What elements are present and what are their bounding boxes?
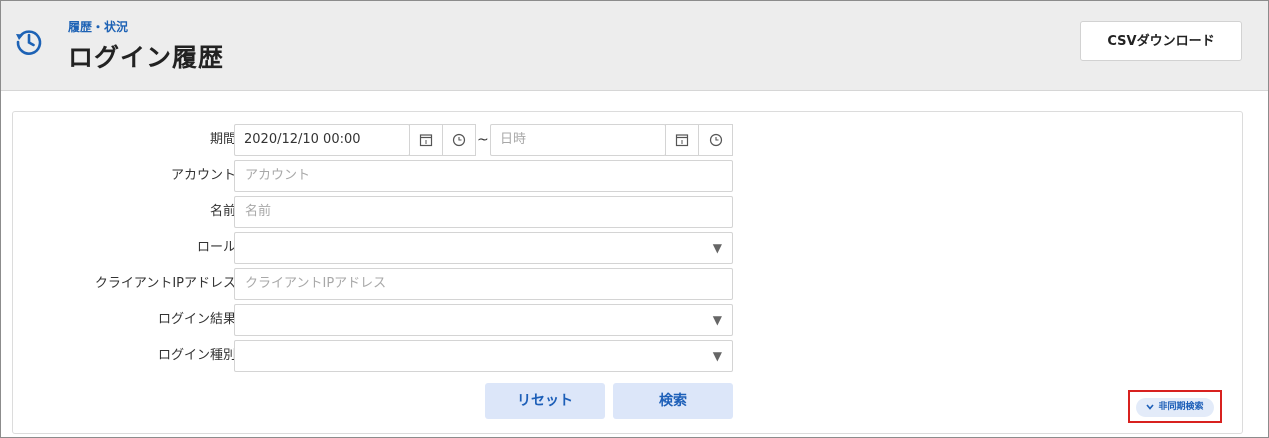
- clock-icon[interactable]: [442, 124, 476, 156]
- page-header: 履歴・状況 ログイン履歴 CSVダウンロード: [1, 1, 1268, 91]
- dropdown-arrow-icon: ▼: [712, 241, 722, 255]
- async-search-highlight: 非同期検索: [1128, 390, 1222, 423]
- account-label: アカウント: [170, 168, 236, 183]
- login-type-select[interactable]: ▼: [234, 340, 733, 372]
- period-start-input[interactable]: 2020/12/10 00:00: [234, 124, 410, 156]
- reset-button[interactable]: リセット: [485, 383, 605, 419]
- dropdown-arrow-icon: ▼: [712, 313, 722, 327]
- period-label: 期間: [209, 132, 236, 147]
- async-search-label: 非同期検索: [1158, 402, 1204, 412]
- period-row: 期間 2020/12/10 00:00 ~ 日時: [13, 124, 753, 156]
- csv-download-button[interactable]: CSVダウンロード: [1080, 21, 1242, 61]
- calendar-icon[interactable]: [665, 124, 699, 156]
- name-row: 名前 名前: [13, 196, 753, 228]
- role-label: ロール: [196, 240, 236, 255]
- role-row: ロール ▼: [13, 232, 753, 264]
- login-type-label: ログイン種別: [157, 348, 236, 363]
- async-search-button[interactable]: 非同期検索: [1136, 398, 1214, 417]
- search-form-panel: 期間 2020/12/10 00:00 ~ 日時 アカウント アカウント 名前 …: [12, 111, 1243, 434]
- account-row: アカウント アカウント: [13, 160, 753, 192]
- dropdown-arrow-icon: ▼: [712, 349, 722, 363]
- name-input[interactable]: 名前: [234, 196, 733, 228]
- login-type-row: ログイン種別 ▼: [13, 340, 753, 372]
- role-select[interactable]: ▼: [234, 232, 733, 264]
- client-ip-input[interactable]: クライアントIPアドレス: [234, 268, 733, 300]
- name-label: 名前: [209, 204, 236, 219]
- page-title: ログイン履歴: [68, 43, 225, 72]
- account-input[interactable]: アカウント: [234, 160, 733, 192]
- client-ip-row: クライアントIPアドレス クライアントIPアドレス: [13, 268, 753, 300]
- client-ip-label: クライアントIPアドレス: [94, 276, 236, 291]
- calendar-icon[interactable]: [409, 124, 443, 156]
- chevron-down-icon: [1146, 403, 1155, 410]
- period-end-input[interactable]: 日時: [490, 124, 666, 156]
- login-result-select[interactable]: ▼: [234, 304, 733, 336]
- period-separator: ~: [477, 132, 489, 148]
- history-icon: [16, 30, 42, 55]
- search-button[interactable]: 検索: [613, 383, 733, 419]
- login-result-row: ログイン結果 ▼: [13, 304, 753, 336]
- clock-icon[interactable]: [698, 124, 733, 156]
- breadcrumb[interactable]: 履歴・状況: [68, 18, 128, 35]
- login-result-label: ログイン結果: [157, 312, 236, 327]
